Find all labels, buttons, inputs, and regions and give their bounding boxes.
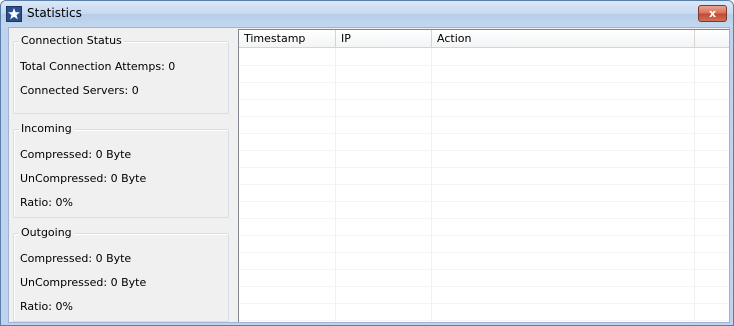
client-area: Connection Status Total Connection Attem… bbox=[8, 27, 730, 323]
connection-status-legend: Connection Status bbox=[19, 34, 124, 47]
row-gridline bbox=[239, 99, 729, 100]
star-icon bbox=[6, 6, 22, 22]
row-gridline bbox=[239, 269, 729, 270]
total-connection-attempts: Total Connection Attemps: 0 bbox=[20, 60, 176, 73]
window-title: Statistics bbox=[27, 6, 82, 20]
outgoing-group: Outgoing Compressed: 0 Byte UnCompressed… bbox=[13, 226, 229, 322]
row-gridline bbox=[239, 167, 729, 168]
row-gridline bbox=[239, 286, 729, 287]
row-gridline bbox=[239, 201, 729, 202]
incoming-group: Incoming Compressed: 0 Byte UnCompressed… bbox=[13, 122, 229, 218]
row-gridline bbox=[239, 218, 729, 219]
row-gridline bbox=[239, 116, 729, 117]
connection-status-group: Connection Status Total Connection Attem… bbox=[13, 34, 229, 114]
row-gridline bbox=[239, 184, 729, 185]
outgoing-legend: Outgoing bbox=[19, 226, 74, 239]
row-gridline bbox=[239, 235, 729, 236]
column-header-filler bbox=[695, 30, 729, 47]
incoming-compressed: Compressed: 0 Byte bbox=[20, 148, 132, 161]
column-header-action[interactable]: Action bbox=[432, 30, 695, 47]
column-divider bbox=[335, 48, 336, 322]
outgoing-ratio: Ratio: 0% bbox=[20, 300, 73, 313]
connected-servers: Connected Servers: 0 bbox=[20, 84, 139, 97]
row-gridline bbox=[239, 150, 729, 151]
log-list[interactable]: Timestamp IP Action bbox=[238, 29, 729, 322]
close-button[interactable]: x bbox=[698, 5, 727, 22]
row-gridline bbox=[239, 303, 729, 304]
column-header-ip[interactable]: IP bbox=[336, 30, 432, 47]
row-gridline bbox=[239, 252, 729, 253]
column-header-timestamp[interactable]: Timestamp bbox=[239, 30, 336, 47]
outgoing-uncompressed: UnCompressed: 0 Byte bbox=[20, 276, 147, 289]
incoming-ratio: Ratio: 0% bbox=[20, 196, 73, 209]
column-divider bbox=[694, 48, 695, 322]
incoming-legend: Incoming bbox=[19, 122, 74, 135]
log-list-header: Timestamp IP Action bbox=[239, 30, 729, 48]
column-divider bbox=[431, 48, 432, 322]
row-gridline bbox=[239, 82, 729, 83]
outgoing-compressed: Compressed: 0 Byte bbox=[20, 252, 132, 265]
incoming-uncompressed: UnCompressed: 0 Byte bbox=[20, 172, 147, 185]
close-icon: x bbox=[708, 7, 717, 20]
row-gridline bbox=[239, 133, 729, 134]
row-gridline bbox=[239, 320, 729, 321]
row-gridline bbox=[239, 65, 729, 66]
title-bar[interactable]: Statistics x bbox=[1, 1, 733, 27]
statistics-window: Statistics x Connection Status Total Con… bbox=[0, 0, 734, 326]
